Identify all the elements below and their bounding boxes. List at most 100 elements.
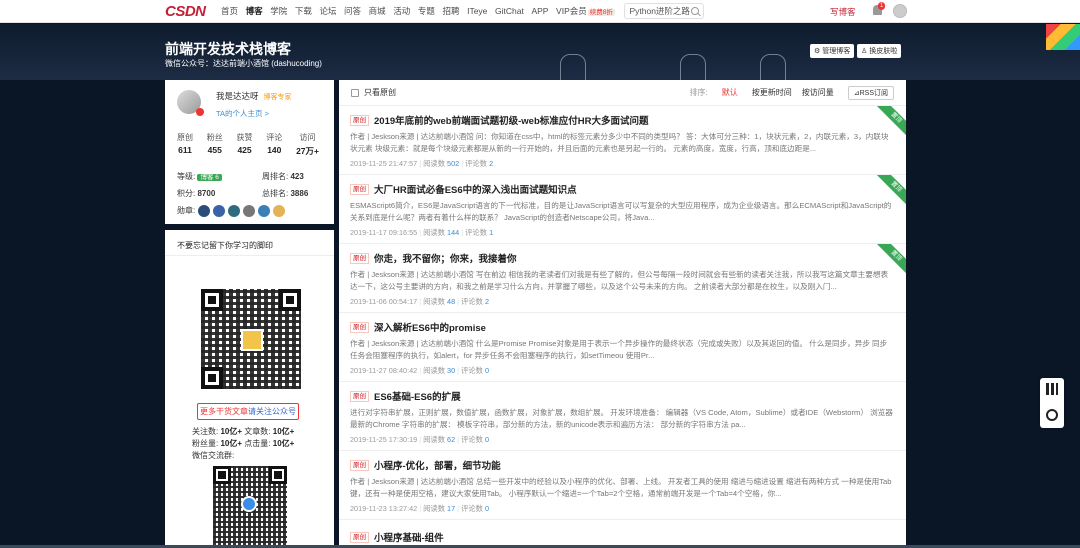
rss-button[interactable]: ⊿RSS订阅 — [847, 85, 894, 100]
article-title[interactable]: 大厂HR面试必备ES6中的深入浅出面试题知识点 — [374, 182, 577, 196]
article-list-panel: 只看原创 排序: 默认 按更新时间 按访问量 ⊿RSS订阅 原创 2019年底前的… — [339, 80, 906, 548]
main-nav: 首页 博客 学院 下载 论坛 问答 商城 活动 专题 招聘 ITeye GitC… — [221, 3, 705, 19]
nav-jobs[interactable]: 招聘 — [442, 5, 459, 17]
sort-default[interactable]: 默认 — [722, 87, 738, 98]
article-title[interactable]: 小程序基础-组件 — [374, 530, 444, 544]
sidebar: 我是达达呀 博客专家 TA的个人主页 > 原创 611 粉丝 455 获赞 425 评论… — [165, 80, 334, 548]
right-float-tools — [1040, 378, 1064, 428]
nav-store[interactable]: 商城 — [369, 5, 386, 17]
profile-name[interactable]: 我是达达呀 — [216, 91, 259, 101]
medal-icon[interactable] — [273, 205, 286, 217]
blog-title: 前端开发技术栈博客 — [165, 41, 291, 57]
article-item[interactable]: 原创 你走，我不留你；你来，我接着你 作者 | Jeskson来源 | 达达前端小酒… — [339, 244, 906, 313]
article-date: 2019-11-27 08:40:42 — [350, 366, 418, 375]
read-count: 17 — [447, 504, 456, 513]
article-item[interactable]: 原创 ES6基础-ES6的扩展 进行对字符串扩展，正则扩展，数值扩展，函数扩展，对象… — [339, 382, 906, 451]
level-badge[interactable]: 博客 6 — [197, 174, 222, 181]
original-tag: 原创 — [350, 321, 369, 333]
article-meta: 2019-11-06 00:54:17 | 阅读数 48 | 评论数 2 — [350, 297, 490, 306]
article-title-row: 原创 大厂HR面试必备ES6中的深入浅出面试题知识点 — [350, 182, 894, 196]
stat-visits: 访问 27万+ — [296, 133, 319, 156]
nav-academy[interactable]: 学院 — [270, 5, 287, 17]
comment-count[interactable]: 2 — [489, 159, 493, 168]
article-date: 2019-11-23 13:27:42 — [350, 504, 418, 513]
article-title[interactable]: 深入解析ES6中的promise — [374, 320, 486, 334]
article-item[interactable]: 原创 大厂HR面试必备ES6中的深入浅出面试题知识点 ESMAScript6简介，E… — [339, 175, 906, 244]
shirt-icon: ♙ — [861, 48, 868, 55]
article-item[interactable]: 原创 深入解析ES6中的promise 作者 | Jeskson来源 | 达达前端小… — [339, 313, 906, 382]
article-item[interactable]: 原创 2019年底前的web前端面试题初级-web标准应付HR大多面试问题作者 |… — [339, 106, 906, 175]
profile-home-link[interactable]: TA的个人主页 > — [216, 108, 292, 119]
article-title[interactable]: 小程序-优化，部署，细节功能 — [374, 458, 501, 472]
comment-count[interactable]: 1 — [489, 228, 493, 237]
article-title-row: 原创 2019年底前的web前端面试题初级-web标准应付HR大多面试问题 — [350, 113, 894, 127]
search-icon[interactable] — [691, 7, 700, 15]
wechat-group-qr-code — [213, 466, 287, 548]
read-count: 144 — [447, 228, 460, 237]
qr-code-icon[interactable] — [1046, 383, 1058, 395]
customer-service-icon[interactable] — [1046, 409, 1058, 421]
original-tag: 原创 — [350, 531, 369, 543]
article-item[interactable]: 原创 小程序-优化，部署，细节功能 作者 | Jeskson来源 | 达达前端小酒馆… — [339, 451, 906, 520]
search-input[interactable]: Python进阶之路 — [624, 3, 705, 19]
article-summary[interactable]: 进行对字符串扩展，正则扩展，数值扩展，函数扩展，对象扩展，数组扩展。 开发环境准… — [350, 407, 894, 431]
article-summary[interactable]: 作者 | Jeskson来源 | 达达前端小酒馆 什么是Promise Prom… — [350, 338, 894, 362]
nav-blog[interactable]: 博客 — [246, 5, 263, 17]
medal-icon[interactable] — [258, 205, 271, 217]
profile-avatar[interactable] — [177, 90, 204, 116]
article-date: 2019-11-06 00:54:17 — [350, 297, 418, 306]
corner-promo[interactable] — [1046, 24, 1080, 50]
comment-count[interactable]: 0 — [485, 504, 489, 513]
stat-original: 原创 611 — [177, 133, 193, 155]
csdn-logo[interactable]: CSDN — [165, 3, 211, 20]
medal-icon[interactable] — [243, 205, 256, 217]
nav-events[interactable]: 活动 — [393, 5, 410, 17]
only-original-checkbox[interactable] — [351, 88, 359, 97]
qr-logo-icon — [241, 496, 257, 512]
qr-logo-icon — [241, 329, 263, 351]
article-summary[interactable]: 作者 | Jeskson来源 | 达达前端小酒馆 总结一些开发中的经验以及小程序… — [350, 476, 894, 500]
article-meta: 2019-11-27 08:40:42 | 阅读数 30 | 评论数 0 — [350, 366, 490, 375]
change-skin-button[interactable]: ♙ 换皮肤啦 — [857, 44, 902, 58]
nav-app[interactable]: APP — [531, 6, 548, 16]
comment-count[interactable]: 2 — [485, 297, 489, 306]
article-title[interactable]: 2019年底前的web前端面试题初级-web标准应付HR大多面试问题 — [374, 113, 648, 127]
user-avatar[interactable] — [893, 4, 907, 18]
sort-by-views[interactable]: 按访问量 — [802, 87, 834, 98]
nav-topics[interactable]: 专题 — [418, 5, 435, 17]
article-title[interactable]: ES6基础-ES6的扩展 — [374, 389, 461, 403]
nav-download[interactable]: 下载 — [295, 5, 312, 17]
article-summary[interactable]: ESMAScript6简介，ES6是JavaScript语言的下一代标准，目的是… — [350, 200, 894, 224]
article-date: 2019-11-17 09:16:55 — [350, 228, 418, 237]
nav-gitchat[interactable]: GitChat — [495, 6, 524, 16]
comment-count[interactable]: 0 — [485, 435, 489, 444]
search-value: Python进阶之路 — [629, 6, 690, 16]
medal-icon[interactable] — [228, 205, 241, 217]
manage-blog-button[interactable]: ⚙ 管理博客 — [810, 44, 855, 58]
nav-forum[interactable]: 论坛 — [319, 5, 336, 17]
comment-count[interactable]: 0 — [485, 366, 489, 375]
write-blog-button[interactable]: 写博客 — [830, 6, 856, 18]
nav-qa[interactable]: 问答 — [344, 5, 361, 17]
article-summary[interactable]: 作者 | Jeskson来源 | 达达前端小酒馆 写在前边 相信我的老读者们对我… — [350, 269, 894, 293]
stat-comments: 评论 140 — [266, 133, 283, 155]
wechat-qr-code — [201, 289, 301, 389]
article-meta: 2019-11-17 09:16:55 | 阅读数 144 | 评论数 1 — [350, 228, 494, 237]
article-summary[interactable]: 作者 | Jeskson来源 | 达达前端小酒馆 问：你知道在css中，html… — [350, 131, 894, 155]
nav-iteye[interactable]: ITeye — [467, 6, 487, 16]
article-title[interactable]: 你走，我不留你；你来，我接着你 — [374, 251, 517, 265]
article-meta: 2019-11-23 13:27:42 | 阅读数 17 | 评论数 0 — [350, 504, 490, 513]
nav-home[interactable]: 首页 — [221, 5, 238, 17]
sort-by-time[interactable]: 按更新时间 — [752, 87, 792, 98]
original-tag: 原创 — [350, 183, 369, 195]
follow-account-button[interactable]: 更多干货文章 请关注公众号 — [197, 403, 299, 420]
profile-header: 我是达达呀 博客专家 TA的个人主页 > — [177, 90, 325, 119]
only-original-label[interactable]: 只看原创 — [364, 87, 396, 98]
medal-icon[interactable] — [213, 205, 226, 217]
nav-vip[interactable]: VIP会员 续费8折 — [556, 5, 615, 17]
original-tag: 原创 — [350, 114, 369, 126]
points: 8700 — [197, 189, 216, 198]
medal-icon[interactable] — [198, 205, 211, 217]
profile-stats: 原创 611 粉丝 455 获赞 425 评论 140 访问 27万+ — [177, 132, 325, 157]
week-rank: 423 — [290, 172, 304, 181]
